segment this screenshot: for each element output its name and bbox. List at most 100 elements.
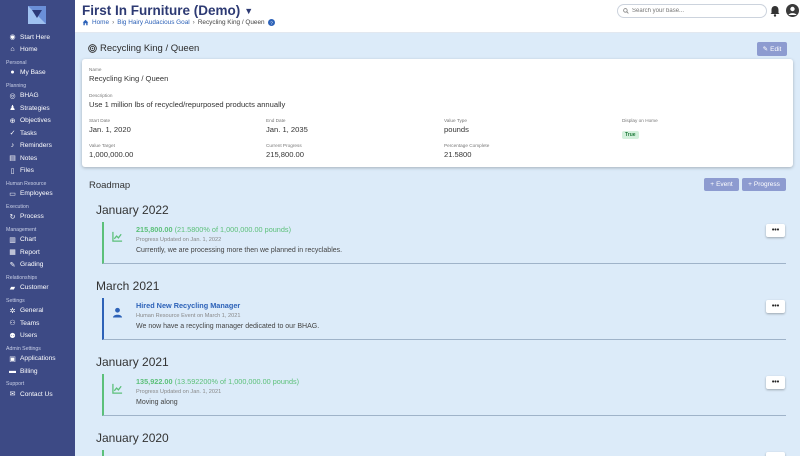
field-start-date: Start Date Jan. 1, 2020 (89, 118, 131, 134)
top-header: First In Furniture (Demo) ▼ Home › Big H… (75, 0, 800, 33)
sidebar-item-users[interactable]: ⚉ Users (0, 330, 75, 343)
sidebar-item-reminders[interactable]: ♪ Reminders (0, 140, 75, 153)
field-value: 1,000,000.00 (89, 150, 134, 159)
logo-icon[interactable] (28, 6, 46, 24)
sidebar-item-label: BHAG (20, 92, 39, 100)
sidebar-item-label: My Base (20, 69, 46, 77)
field-label: Name (89, 67, 102, 72)
event-options-button[interactable]: ••• (766, 452, 785, 456)
page-title-text: Recycling King / Queen (100, 43, 200, 54)
sidebar-item-strategies[interactable]: ♟ Strategies (0, 102, 75, 115)
field-label: Display on Home (622, 118, 658, 123)
note-icon: ▤ (9, 155, 16, 163)
sidebar-item-tasks[interactable]: ✓ Tasks (0, 127, 75, 140)
sidebar-item-label: Customer (20, 284, 49, 292)
sidebar-item-label: Start Here (20, 33, 51, 41)
breadcrumb: Home › Big Hairy Audacious Goal › Recycl… (82, 19, 275, 26)
plus-icon: + (710, 181, 715, 188)
sidebar-item-my-base[interactable]: ● My Base (0, 67, 75, 80)
sidebar-item-label: Grading (20, 261, 44, 269)
sidebar-item-applications[interactable]: ▣ Applications (0, 353, 75, 366)
chat-icon: ▰ (9, 284, 16, 292)
event-detail: (13.592200% of 1,000,000.00 pounds) (174, 377, 300, 386)
pen-icon: ✎ (9, 261, 16, 269)
user-icon: ● (10, 69, 15, 77)
details-card: Name Recycling King / Queen Description … (82, 59, 793, 167)
sidebar-item-report[interactable]: ▦ Report (0, 246, 75, 259)
sidebar-item-employees[interactable]: ▭ Employees (0, 188, 75, 201)
sidebar-section-label: Support (6, 381, 25, 387)
add-progress-button[interactable]: + Progress (742, 178, 786, 191)
field-value: Recycling King / Queen (89, 74, 169, 83)
app-title[interactable]: First In Furniture (Demo) ▼ (82, 3, 253, 18)
sidebar-section-label: Management (6, 226, 37, 233)
add-event-button[interactable]: + Event (704, 178, 739, 191)
search-box[interactable] (617, 4, 767, 18)
bell-icon: ♪ (10, 142, 15, 150)
search-input[interactable] (632, 8, 762, 14)
event-title[interactable]: 135,922.00 (13.592200% of 1,000,000.00 p… (136, 377, 299, 386)
breadcrumb-home[interactable]: Home (92, 19, 109, 26)
avatar[interactable] (786, 4, 799, 17)
caret-down-icon[interactable]: ▼ (244, 6, 253, 16)
roadmap-event-hr: Hired New Recycling Manager Human Resour… (102, 298, 786, 340)
plus-icon: + (748, 181, 752, 188)
roadmap-group-date: January 2020 (96, 431, 169, 445)
edit-label: Edit (770, 45, 782, 53)
sidebar-item-objectives[interactable]: ⊕ Objectives (0, 115, 75, 128)
sidebar-section-label: Execution (6, 203, 29, 210)
sidebar-section-label: Human Resource (6, 180, 47, 187)
sidebar-item-process[interactable]: ↻ Process (0, 211, 75, 224)
sidebar-item-bhag[interactable]: ◎ BHAG (0, 90, 75, 103)
app-title-text: First In Furniture (Demo) (82, 3, 241, 18)
sidebar-item-chart[interactable]: ▥ Chart (0, 234, 75, 247)
sidebar-nav: ◉ Start Here ⌂ Home Personal ● My Base Planning… (0, 31, 75, 401)
id-card-icon: ▭ (9, 190, 16, 198)
roadmap-group-date: March 2021 (96, 279, 160, 293)
event-title[interactable]: 215,800.00 (21.5800% of 1,000,000.00 pou… (136, 225, 291, 234)
sidebar-item-label: Process (20, 213, 44, 221)
sidebar-item-teams[interactable]: ⚇ Teams (0, 317, 75, 330)
bell-icon[interactable] (769, 5, 781, 17)
field-value: Use 1 million lbs of recycled/repurposed… (89, 100, 286, 109)
sidebar-item-billing[interactable]: ▬ Billing (0, 365, 75, 378)
field-label: Value Target (89, 143, 115, 148)
sidebar-item-notes[interactable]: ▤ Notes (0, 152, 75, 165)
event-detail: (21.5800% of 1,000,000.00 pounds) (174, 225, 291, 234)
gear-icon: ✲ (9, 307, 16, 315)
field-description: Description Use 1 million lbs of recycle… (89, 93, 285, 109)
sidebar-section-label: Relationships (6, 274, 38, 281)
target-icon (88, 44, 97, 53)
sidebar-item-label: Files (20, 167, 34, 175)
event-body: Currently, we are processing more then w… (136, 247, 343, 254)
field-value-type: Value Type pounds (444, 118, 469, 134)
event-options-button[interactable]: ••• (766, 376, 785, 389)
sidebar-item-start-here[interactable]: ◉ Start Here (0, 31, 75, 44)
event-title[interactable]: Hired New Recycling Manager (136, 301, 240, 310)
sidebar-item-home[interactable]: ⌂ Home (0, 44, 75, 57)
tasks-icon: ✓ (9, 130, 16, 138)
event-subtitle: Human Resource Event on March 1, 2021 (136, 313, 241, 319)
sidebar-item-label: Objectives (20, 117, 51, 125)
breadcrumb-parent[interactable]: Big Hairy Audacious Goal (117, 19, 189, 26)
trend-up-icon (112, 231, 123, 242)
sidebar-item-label: Billing (20, 367, 38, 375)
sidebar-item-label: General (20, 307, 44, 315)
event-options-button[interactable]: ••• (766, 224, 785, 237)
sidebar-item-contact-us[interactable]: ✉ Contact Us (0, 388, 75, 401)
sidebar-item-grading[interactable]: ✎ Grading (0, 259, 75, 272)
page-header: Recycling King / Queen ✎ Edit (75, 38, 800, 58)
roadmap-event-progress: 215,800.00 (21.5800% of 1,000,000.00 pou… (102, 222, 786, 264)
help-icon[interactable]: ? (267, 19, 275, 26)
sidebar-item-general[interactable]: ✲ General (0, 305, 75, 318)
sidebar-item-customer[interactable]: ▰ Customer (0, 282, 75, 295)
edit-button[interactable]: ✎ Edit (757, 42, 787, 56)
sidebar-item-files[interactable]: ▯ Files (0, 165, 75, 178)
file-icon: ▯ (10, 167, 15, 175)
event-options-button[interactable]: ••• (766, 300, 785, 313)
breadcrumb-current: Recycling King / Queen (197, 19, 265, 26)
event-body: We now have a recycling manager dedicate… (136, 323, 320, 330)
add-progress-label: Progress (753, 181, 780, 188)
field-value: 21.5800 (444, 150, 472, 159)
field-end-date: End Date Jan. 1, 2035 (266, 118, 308, 134)
